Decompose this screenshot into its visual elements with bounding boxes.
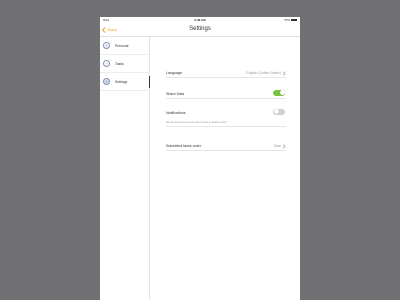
battery-icon [291, 18, 297, 22]
submitted-tasks-order-row[interactable]: Submitted tasks order Date [166, 140, 286, 151]
submitted-tasks-order-label: Submitted tasks order [166, 143, 201, 148]
sidebar-item-settings[interactable]: Settings [100, 73, 150, 91]
chevron-right-icon [281, 70, 286, 76]
share-data-row: Share Data [166, 88, 286, 99]
notifications-divider [166, 126, 286, 127]
page-title: Settings [189, 26, 211, 32]
person-icon [103, 42, 110, 49]
settings-icon [103, 78, 110, 85]
tasks-check-icon [103, 60, 110, 67]
language-row[interactable]: Language English (United States) [166, 67, 286, 78]
navigation-bar: Back Settings [100, 23, 300, 37]
notifications-helper-text: We will send you an email when its time … [166, 121, 227, 124]
sidebar-item-label: Tasks [115, 61, 124, 66]
language-label: Language [166, 70, 182, 75]
notifications-row: Notifications [166, 107, 286, 118]
toggle-knob [273, 109, 279, 114]
notifications-label: Notifications [166, 110, 186, 115]
battery-percent: 75% [283, 18, 290, 22]
sidebar-item-personal[interactable]: Personal [100, 37, 150, 55]
share-data-toggle[interactable] [273, 89, 285, 96]
sidebar-item-label: Personal [115, 43, 129, 48]
language-value: English (United States) [246, 70, 281, 75]
settings-content: Language English (United States) Share D… [150, 37, 300, 300]
share-data-label: Share Data [166, 91, 185, 96]
ipad-screen: iPad 9:38 AM 75% Back Settings Personal [100, 17, 300, 300]
notifications-toggle[interactable] [273, 108, 285, 115]
sidebar: Personal Tasks Settings [100, 37, 150, 300]
toggle-knob [279, 90, 285, 95]
battery-indicator: 75% [284, 18, 297, 22]
sidebar-item-tasks[interactable]: Tasks [100, 55, 150, 73]
status-time: 9:38 AM [194, 18, 206, 22]
chevron-right-icon [281, 143, 286, 149]
submitted-tasks-order-value: Date [273, 143, 281, 148]
sidebar-item-label: Settings [115, 79, 128, 84]
